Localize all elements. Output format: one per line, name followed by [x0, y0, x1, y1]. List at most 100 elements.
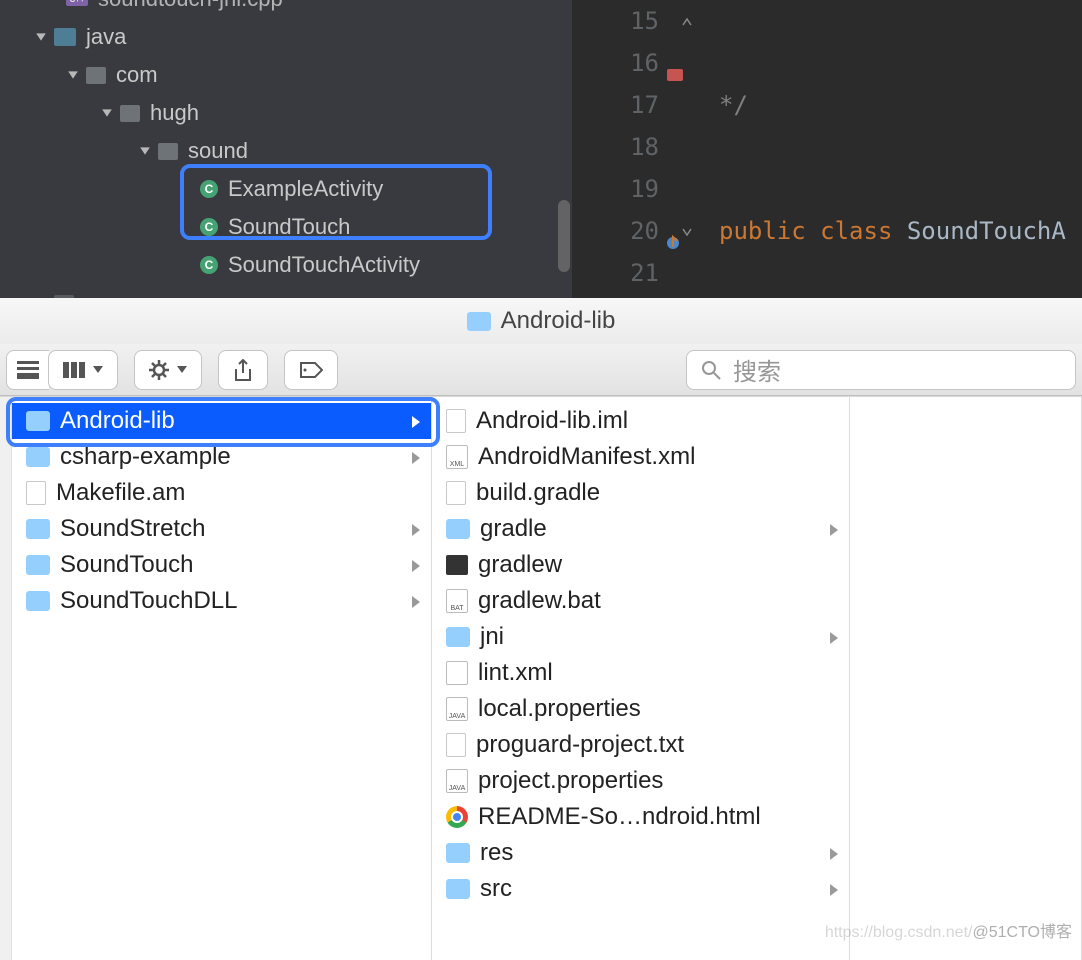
- tree-label: res: [84, 290, 115, 298]
- list-item[interactable]: Android-lib.iml: [432, 403, 849, 439]
- column-2[interactable]: Android-lib.iml XML AndroidManifest.xml bui…: [432, 397, 850, 960]
- doc-file-icon: [446, 661, 468, 685]
- item-label: Android-lib.iml: [476, 407, 628, 435]
- item-label: build.gradle: [476, 479, 600, 507]
- line-number: 18: [572, 126, 659, 168]
- list-item[interactable]: BATgradlew.bat: [432, 583, 849, 619]
- scrollbar-thumb[interactable]: [558, 200, 570, 272]
- chevron-right-icon: [412, 443, 421, 471]
- item-label: README-So…ndroid.html: [478, 803, 761, 831]
- chevron-down-icon: [93, 366, 103, 374]
- list-item[interactable]: proguard-project.txt: [432, 727, 849, 763]
- file-icon: [26, 481, 46, 505]
- class-icon: C: [200, 256, 218, 274]
- tags-button[interactable]: [284, 350, 338, 390]
- tree-item-sound-folder[interactable]: sound: [0, 132, 572, 170]
- tree-label: ExampleActivity: [228, 176, 383, 202]
- list-item[interactable]: Android-lib: [12, 403, 431, 439]
- watermark: https://blog.csdn.net/@51CTO博客: [825, 918, 1072, 942]
- folder-icon: [120, 105, 140, 122]
- item-label: gradlew: [478, 551, 562, 579]
- item-label: gradle: [480, 515, 547, 543]
- tree-label: sound: [188, 138, 248, 164]
- list-item[interactable]: Makefile.am: [12, 475, 431, 511]
- item-label: lint.xml: [478, 659, 553, 687]
- list-item[interactable]: lint.xml: [432, 655, 849, 691]
- tree-item-cpp[interactable]: C++ soundtouch-jni.cpp: [0, 0, 572, 18]
- line-number: 17: [572, 84, 659, 126]
- chevron-right-icon: [830, 839, 839, 867]
- column-1[interactable]: Android-lib csharp-example Makefile.am Soun…: [12, 397, 432, 960]
- view-columns-button[interactable]: [48, 350, 118, 390]
- line-number: 19: [572, 168, 659, 210]
- list-item[interactable]: JAVAproject.properties: [432, 763, 849, 799]
- window-title: Android-lib: [501, 307, 616, 335]
- tree-item-example-activity[interactable]: C ExampleActivity: [0, 170, 572, 208]
- column-3[interactable]: [850, 397, 1082, 960]
- item-label: gradlew.bat: [478, 587, 601, 615]
- tree-item-hugh-folder[interactable]: hugh: [0, 94, 572, 132]
- folder-icon: [54, 28, 76, 46]
- class-icon: C: [200, 218, 218, 236]
- folder-icon: [26, 519, 50, 539]
- line-gutter: 15 16 17 18 19 20 21: [572, 0, 677, 298]
- share-button[interactable]: [218, 350, 268, 390]
- view-list-button[interactable]: [6, 350, 49, 390]
- tree-label: java: [86, 24, 126, 50]
- search-input[interactable]: 搜索: [686, 350, 1076, 390]
- folder-icon: [26, 447, 50, 467]
- line-number: 16: [572, 42, 659, 84]
- code-area[interactable]: */ public class SoundTouchA private Text…: [697, 0, 1082, 298]
- list-item[interactable]: README-So…ndroid.html: [432, 799, 849, 835]
- list-item[interactable]: JAVAlocal.properties: [432, 691, 849, 727]
- list-item[interactable]: SoundTouchDLL: [12, 583, 431, 619]
- gear-icon: [149, 360, 169, 380]
- item-label: Android-lib: [60, 407, 175, 435]
- list-item[interactable]: build.gradle: [432, 475, 849, 511]
- tree-item-java-folder[interactable]: java: [0, 18, 572, 56]
- java-file-icon: JAVA: [446, 697, 468, 721]
- tree-item-soundtouchactivity[interactable]: C SoundTouchActivity: [0, 246, 572, 284]
- list-item[interactable]: res: [432, 835, 849, 871]
- tree-item-com-folder[interactable]: com: [0, 56, 572, 94]
- line-number: 20: [572, 210, 659, 252]
- item-label: Makefile.am: [56, 479, 185, 507]
- finder-titlebar[interactable]: Android-lib: [0, 298, 1082, 344]
- list-item[interactable]: csharp-example: [12, 439, 431, 475]
- action-menu-button[interactable]: [134, 350, 202, 390]
- list-item[interactable]: src: [432, 871, 849, 907]
- project-tree[interactable]: C++ soundtouch-jni.cpp java com hugh sou…: [0, 0, 572, 298]
- list-item[interactable]: gradle: [432, 511, 849, 547]
- code-editor[interactable]: 15 16 17 18 19 20 21 */ public class Sou…: [572, 0, 1082, 298]
- list-item[interactable]: XML AndroidManifest.xml: [432, 439, 849, 475]
- code-token: public: [719, 217, 806, 245]
- list-item[interactable]: gradlew: [432, 547, 849, 583]
- code-token: class: [820, 217, 892, 245]
- item-label: src: [480, 875, 512, 903]
- override-gutter-icon[interactable]: [667, 222, 683, 264]
- shell-file-icon: [446, 555, 468, 575]
- code-token: SoundTouchA: [892, 217, 1065, 245]
- tree-label: com: [116, 62, 158, 88]
- folder-icon: [26, 591, 50, 611]
- tree-item-soundtouch[interactable]: C SoundTouch: [0, 208, 572, 246]
- item-label: AndroidManifest.xml: [478, 443, 695, 471]
- list-item[interactable]: SoundTouch: [12, 547, 431, 583]
- share-icon: [233, 359, 253, 381]
- list-item[interactable]: SoundStretch: [12, 511, 431, 547]
- tree-item-res-folder[interactable]: res: [0, 284, 572, 298]
- chevron-right-icon: [412, 551, 421, 579]
- chevron-right-icon: [412, 587, 421, 615]
- item-label: csharp-example: [60, 443, 231, 471]
- xml-file-icon: XML: [446, 445, 468, 469]
- item-label: SoundTouch: [60, 551, 193, 579]
- file-icon: [446, 409, 466, 433]
- folder-icon: [446, 843, 470, 863]
- search-icon: [701, 360, 721, 380]
- item-label: proguard-project.txt: [476, 731, 684, 759]
- cpp-icon: C++: [66, 0, 88, 6]
- line-number: 15: [572, 0, 659, 42]
- class-icon: C: [200, 180, 218, 198]
- item-label: SoundStretch: [60, 515, 205, 543]
- list-item[interactable]: jni: [432, 619, 849, 655]
